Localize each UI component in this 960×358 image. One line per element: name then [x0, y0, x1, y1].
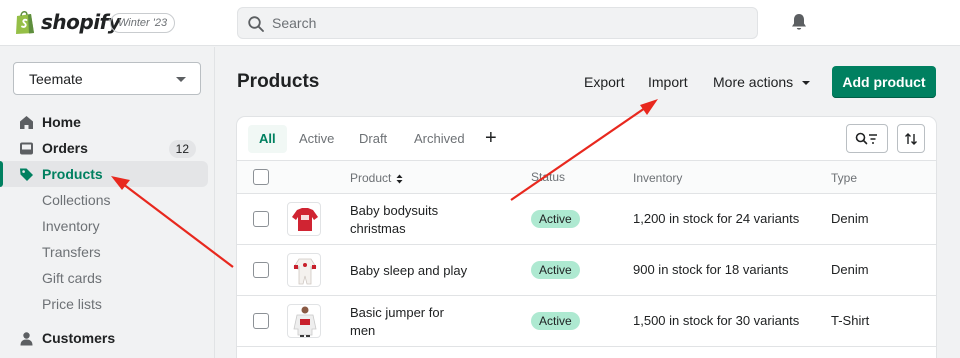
- red-bodysuit-image: [292, 208, 318, 231]
- shopify-logo[interactable]: shopify: [14, 9, 121, 35]
- logo-wordmark: shopify: [41, 10, 121, 34]
- table-row[interactable]: Baby bodysuits christmas Active 1,200 in…: [237, 194, 936, 245]
- chevron-down-icon: [176, 77, 186, 82]
- sidebar: Teemate Home Orders 12 Products Collecti…: [0, 47, 215, 358]
- sort-arrows-icon: [905, 132, 917, 145]
- product-name[interactable]: Baby sleep and play: [350, 262, 490, 280]
- page-title: Products: [237, 71, 320, 92]
- sidebar-item-label: Products: [42, 166, 103, 182]
- sort-button[interactable]: [897, 124, 925, 153]
- home-icon: [20, 116, 33, 129]
- chevron-down-icon: [802, 81, 811, 86]
- sidebar-item-home[interactable]: Home: [0, 109, 215, 135]
- search-input[interactable]: [272, 8, 742, 38]
- sleepsuit-image: [293, 258, 317, 285]
- inventory-text: 900 in stock for 18 variants: [633, 262, 789, 277]
- orders-icon: [20, 142, 33, 155]
- sidebar-subitem-price-lists[interactable]: Price lists: [0, 291, 215, 317]
- status-badge: Active: [531, 210, 580, 228]
- sort-caret-icon: [396, 174, 403, 184]
- product-thumbnail: [287, 202, 321, 236]
- search-filter-icon: [855, 132, 877, 144]
- notification-bell-icon[interactable]: [789, 12, 809, 32]
- status-badge: Active: [531, 261, 580, 279]
- row-checkbox[interactable]: [253, 313, 269, 329]
- tab-active[interactable]: Active: [288, 125, 345, 153]
- column-header-type: Type: [831, 171, 858, 185]
- sidebar-subitem-gift-cards[interactable]: Gift cards: [0, 265, 215, 291]
- add-product-button[interactable]: Add product: [832, 66, 936, 98]
- sidebar-item-customers[interactable]: Customers: [0, 325, 215, 351]
- column-header-status: Status: [531, 170, 566, 184]
- add-view-plus-icon[interactable]: +: [485, 127, 499, 151]
- table-row[interactable]: Basic jumper for men Active 1,500 in sto…: [237, 296, 936, 347]
- table-header: Product Status Inventory Type: [237, 161, 936, 194]
- column-header-inventory: Inventory: [633, 171, 683, 185]
- person-icon: [20, 332, 33, 346]
- search-bar[interactable]: [237, 7, 758, 39]
- tab-draft[interactable]: Draft: [348, 125, 398, 153]
- sidebar-item-label: Home: [42, 114, 81, 130]
- column-header-product[interactable]: Product: [350, 171, 403, 185]
- row-checkbox[interactable]: [253, 262, 269, 278]
- export-button[interactable]: Export: [584, 74, 624, 90]
- product-thumbnail: [287, 253, 321, 287]
- row-checkbox[interactable]: [253, 211, 269, 227]
- table-row[interactable]: Baby sleep and play Active 900 in stock …: [237, 245, 936, 296]
- sidebar-item-orders[interactable]: Orders 12: [0, 135, 215, 161]
- product-type: Denim: [831, 211, 869, 226]
- more-actions-label: More actions: [713, 74, 794, 90]
- products-card: All Active Draft Archived + Product Stat…: [237, 117, 936, 358]
- sidebar-subitem-transfers[interactable]: Transfers: [0, 239, 215, 265]
- sidebar-item-label: Customers: [42, 330, 116, 346]
- import-button[interactable]: Import: [648, 74, 688, 90]
- jumper-image: [293, 306, 317, 337]
- tab-archived[interactable]: Archived: [403, 125, 476, 153]
- inventory-text: 1,500 in stock for 30 variants: [633, 313, 800, 328]
- main-nav: Home Orders 12 Products Collections Inve…: [0, 109, 215, 351]
- inventory-text: 1,200 in stock for 24 variants: [633, 211, 800, 226]
- select-all-checkbox[interactable]: [253, 169, 269, 185]
- more-actions-button[interactable]: More actions: [713, 74, 811, 90]
- sidebar-subitem-collections[interactable]: Collections: [0, 187, 215, 213]
- store-name: Teemate: [29, 71, 83, 87]
- search-icon: [248, 16, 264, 32]
- product-name[interactable]: Baby bodysuits christmas: [350, 202, 480, 238]
- product-thumbnail: [287, 304, 321, 338]
- sidebar-item-label: Orders: [42, 140, 88, 156]
- filter-tabs: All Active Draft Archived +: [237, 117, 936, 161]
- top-bar: shopify Winter '23: [0, 0, 960, 46]
- tag-icon: [20, 168, 33, 181]
- tab-all[interactable]: All: [248, 125, 287, 153]
- product-type: Denim: [831, 262, 869, 277]
- product-name[interactable]: Basic jumper for men: [350, 304, 460, 340]
- search-filter-button[interactable]: [846, 124, 888, 153]
- store-selector[interactable]: Teemate: [13, 62, 201, 95]
- shopify-bag-icon: [16, 11, 34, 34]
- product-type: T-Shirt: [831, 313, 870, 328]
- edition-badge: Winter '23: [110, 13, 176, 33]
- column-label: Product: [350, 171, 392, 185]
- status-badge: Active: [531, 312, 580, 330]
- orders-count-badge: 12: [168, 140, 196, 158]
- sidebar-subitem-inventory[interactable]: Inventory: [0, 213, 215, 239]
- sidebar-item-products[interactable]: Products: [0, 161, 208, 187]
